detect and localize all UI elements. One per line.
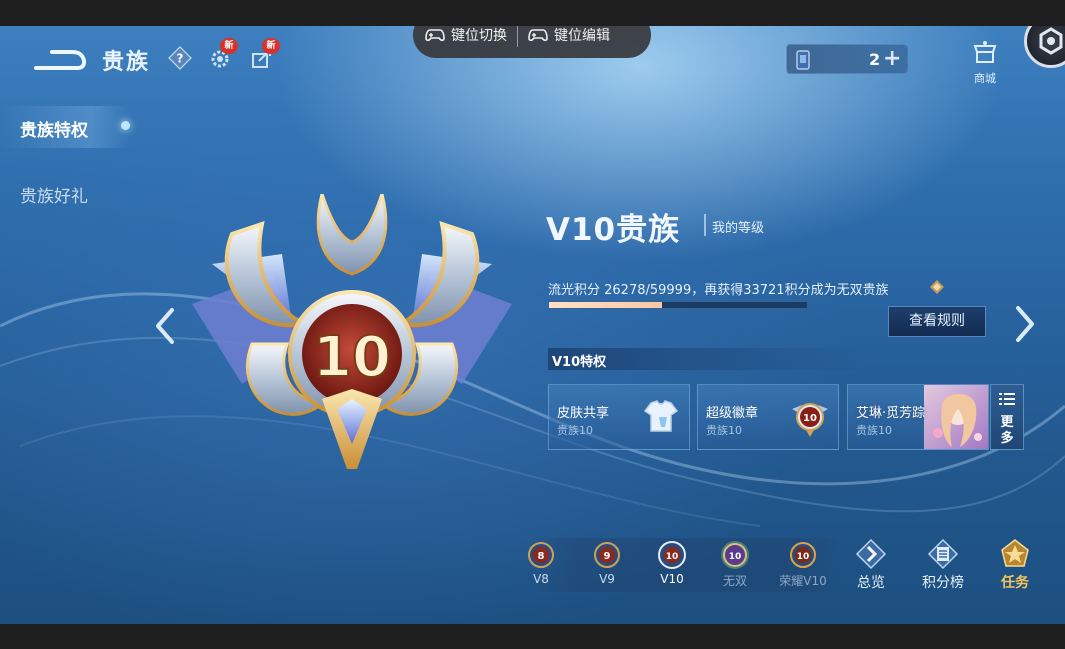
screen-top-bar xyxy=(0,0,1065,26)
hero-portrait-art xyxy=(924,385,988,449)
privilege-name: 艾琳·觅芳踪 xyxy=(856,406,926,421)
help-button[interactable]: ? xyxy=(168,46,192,70)
leaderboard-label: 积分榜 xyxy=(922,575,964,591)
wushuang-badge-icon: 10 xyxy=(721,541,749,569)
overview-icon xyxy=(855,538,887,570)
privilege-tier: 贵族10 xyxy=(557,424,593,437)
tier-item-v9[interactable]: 9 V9 xyxy=(582,538,632,586)
card-currency-bar: 2 + xyxy=(786,44,908,74)
tier-item-v8[interactable]: 8 V8 xyxy=(516,538,566,586)
key-switch-button[interactable]: 键位切换 xyxy=(425,26,507,45)
tier-item-v10[interactable]: 10 V10 xyxy=(647,538,697,586)
privilege-name: 皮肤共享 xyxy=(557,406,610,421)
tier-label: V9 xyxy=(599,572,615,586)
tasks-button[interactable]: 任务 xyxy=(990,538,1040,592)
diamond-icon xyxy=(930,280,944,294)
new-badge: 新 xyxy=(220,38,238,54)
screen-bottom-bar xyxy=(0,624,1065,649)
tier-label: 无双 xyxy=(722,574,747,588)
noble-page: 贵族 ? 新 新 键位切换 键位编辑 2 + 商城 贵族特权 贵族好礼 10 V… xyxy=(0,26,1065,624)
points-progress-fill xyxy=(549,302,662,308)
view-rules-button[interactable]: 查看规则 xyxy=(888,306,986,337)
overview-label: 总览 xyxy=(857,575,885,591)
settings-button[interactable]: 新 xyxy=(208,38,238,70)
key-edit-label: 键位编辑 xyxy=(554,28,610,44)
add-card-button[interactable]: + xyxy=(883,48,901,70)
list-icon xyxy=(999,393,1015,405)
privileges-header-label: V10特权 xyxy=(552,355,607,370)
svg-text:10: 10 xyxy=(797,552,810,562)
tier-label: 荣耀V10 xyxy=(779,574,827,588)
privilege-name: 超级徽章 xyxy=(706,406,759,421)
privileges-header: V10特权 xyxy=(548,348,868,370)
shirt-icon xyxy=(643,400,679,432)
card-count: 2 xyxy=(869,50,881,69)
privilege-card-super-badge[interactable]: 超级徽章 贵族10 10 xyxy=(697,384,839,450)
active-tab-indicator xyxy=(121,121,130,130)
privilege-tier: 贵族10 xyxy=(706,424,742,437)
svg-text:8: 8 xyxy=(538,551,545,562)
page-title: 贵族 xyxy=(102,50,151,75)
overview-button[interactable]: 总览 xyxy=(846,538,896,592)
key-mapping-toolbar: 键位切换 键位编辑 xyxy=(413,26,651,58)
privilege-tier: 贵族10 xyxy=(856,424,892,437)
my-level-label: 我的等级 xyxy=(712,221,765,236)
share-button[interactable]: 新 xyxy=(250,38,280,70)
key-switch-label: 键位切换 xyxy=(451,28,507,44)
svg-text:10: 10 xyxy=(666,552,679,562)
floating-assist-ball[interactable] xyxy=(1024,26,1065,68)
leaderboard-icon xyxy=(927,538,959,570)
card-icon xyxy=(796,50,810,70)
privilege-card-hero-skin[interactable]: 艾琳·觅芳踪 贵族10 xyxy=(847,384,989,450)
leaderboard-button[interactable]: 积分榜 xyxy=(918,538,968,592)
v9-badge-icon: 9 xyxy=(594,542,620,568)
points-progress-text: 流光积分 26278/59999，再获得33721积分成为无双贵族 xyxy=(548,283,889,298)
gamepad-icon xyxy=(528,29,548,42)
more-privileges-button[interactable]: 更 多 xyxy=(990,384,1024,450)
badge-icon: 10 xyxy=(792,403,828,437)
title-divider xyxy=(704,214,706,236)
more-label-line2: 多 xyxy=(1000,431,1014,446)
tier-label: V10 xyxy=(660,572,684,586)
hexagon-icon xyxy=(1039,27,1063,55)
more-label-line1: 更 xyxy=(1000,415,1014,430)
shop-label: 商城 xyxy=(974,72,996,85)
glory-v10-badge-icon: 10 xyxy=(790,542,816,568)
tab-noble-gifts[interactable]: 贵族好礼 xyxy=(20,182,88,207)
svg-text:10: 10 xyxy=(729,552,742,562)
toolbar-divider xyxy=(517,26,518,47)
tier-selector: 8 V8 9 V9 10 V10 10 无双 10 荣耀V10 xyxy=(528,538,844,592)
v10-noble-crest: 10 xyxy=(192,194,512,469)
shop-icon xyxy=(973,41,997,63)
tasks-label: 任务 xyxy=(1001,575,1029,591)
new-badge: 新 xyxy=(262,38,280,54)
shop-button[interactable]: 商城 xyxy=(965,40,1005,86)
question-icon: ? xyxy=(168,46,192,70)
v8-badge-icon: 8 xyxy=(528,542,554,568)
svg-text:9: 9 xyxy=(604,551,611,562)
privilege-card-skin-share[interactable]: 皮肤共享 贵族10 xyxy=(548,384,690,450)
tab-noble-privileges[interactable]: 贵族特权 xyxy=(20,116,88,141)
back-button[interactable] xyxy=(32,48,88,74)
svg-text:?: ? xyxy=(177,52,184,66)
crest-level-number: 10 xyxy=(313,325,391,390)
tasks-icon xyxy=(1001,539,1029,567)
v10-badge-icon: 10 xyxy=(658,541,686,569)
gamepad-icon xyxy=(425,29,445,42)
points-progress-bar xyxy=(548,301,808,309)
tier-item-glory-v10[interactable]: 10 荣耀V10 xyxy=(778,538,828,589)
key-edit-button[interactable]: 键位编辑 xyxy=(528,26,610,45)
svg-text:10: 10 xyxy=(803,413,817,424)
next-tier-arrow[interactable] xyxy=(1012,304,1038,344)
tier-label: V8 xyxy=(533,572,549,586)
tier-title: V10贵族 xyxy=(546,212,681,248)
tier-item-wushuang[interactable]: 10 无双 xyxy=(710,538,760,589)
